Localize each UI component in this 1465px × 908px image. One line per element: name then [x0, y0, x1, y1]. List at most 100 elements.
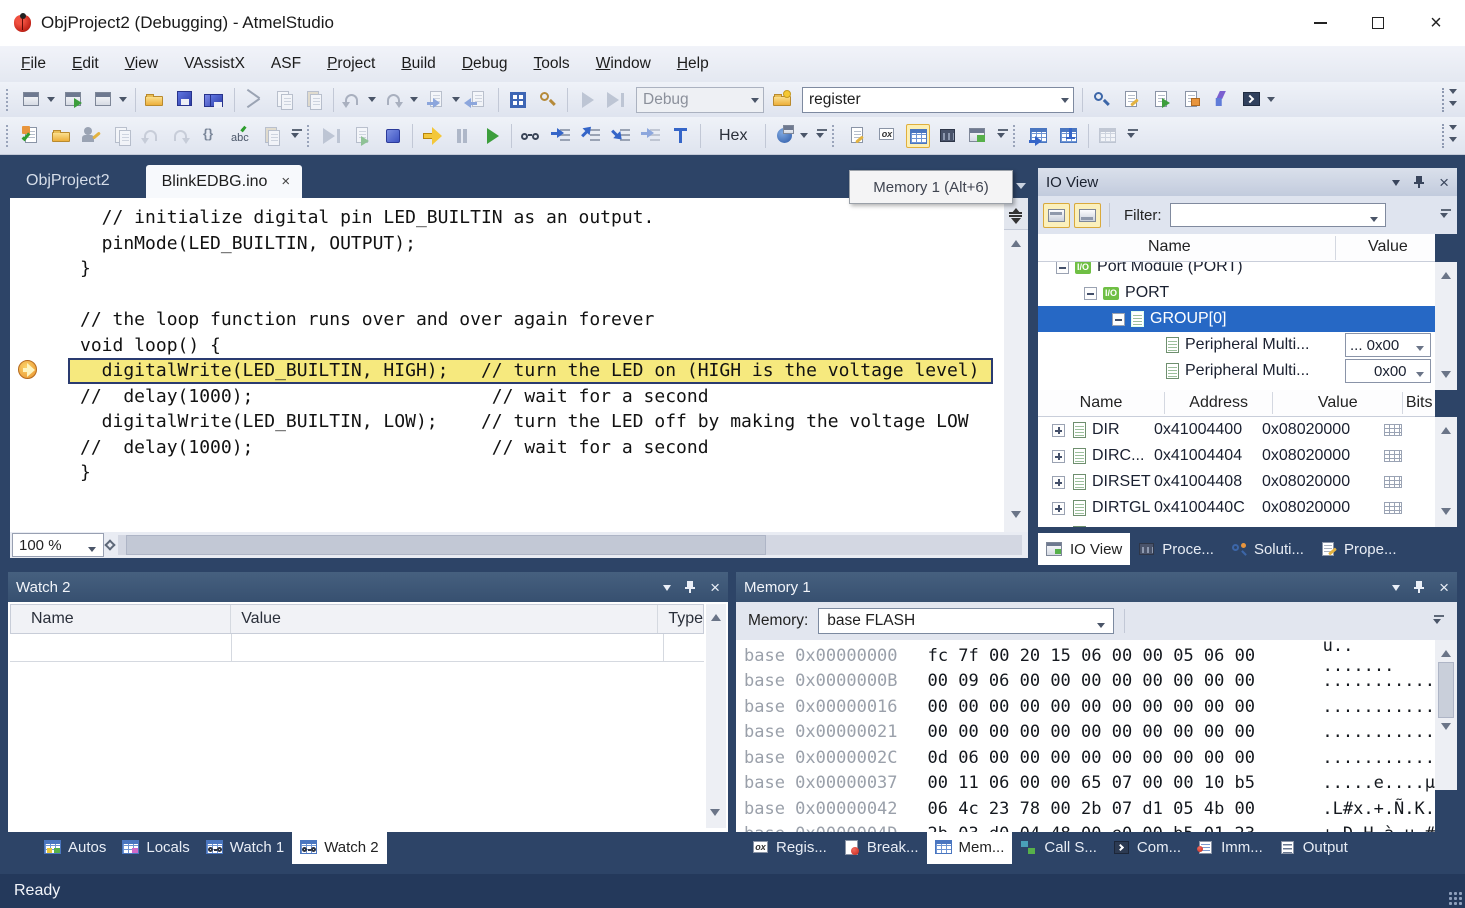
vscroll-thumb[interactable] [1438, 662, 1454, 718]
scroll-down-icon[interactable] [1441, 371, 1451, 383]
expand-icon[interactable] [1052, 502, 1065, 515]
code-line[interactable]: // delay(1000); // wait for a second [68, 435, 993, 461]
step-over-icon[interactable] [549, 124, 573, 148]
memory-row[interactable]: base 0x0000003700 11 06 00 00 65 07 00 0… [736, 771, 1435, 797]
code-line[interactable]: // initialize digital pin LED_BUILTIN as… [68, 205, 993, 231]
save-all-icon[interactable] [203, 88, 227, 112]
code-line[interactable]: digitalWrite(LED_BUILTIN, LOW); // turn … [68, 409, 993, 435]
code-line[interactable]: } [68, 460, 993, 486]
run-to-cursor-icon[interactable] [321, 124, 345, 148]
step-out-icon[interactable] [579, 124, 603, 148]
io-view-window-icon[interactable] [966, 124, 990, 148]
tab-objproject2[interactable]: ObjProject2 [8, 163, 128, 198]
toolbar-overflow-3[interactable] [816, 129, 824, 142]
memory-row[interactable]: base 0x0000000B00 09 06 00 00 00 00 00 0… [736, 669, 1435, 695]
menu-vassistx[interactable]: VAssistX [171, 51, 258, 77]
quick-watch-icon[interactable] [519, 124, 543, 148]
show-next-statement-icon[interactable] [420, 124, 444, 148]
memory-row[interactable]: base 0x0000002C0d 06 00 00 00 00 00 00 0… [736, 745, 1435, 771]
copy-disabled-icon[interactable] [110, 124, 134, 148]
memory-toolbar-overflow[interactable] [1433, 615, 1441, 628]
task-check-icon[interactable] [20, 124, 44, 148]
io-toolbar-overflow[interactable] [1440, 209, 1448, 222]
register-row-dirclr[interactable]: DIRC... 0x41004404 0x08020000 [1038, 443, 1435, 469]
object-browser-icon[interactable] [506, 88, 530, 112]
undo-outline-icon[interactable] [140, 124, 164, 148]
cut-icon[interactable] [242, 88, 266, 112]
user-tools-icon[interactable] [80, 124, 104, 148]
continue-icon[interactable] [480, 124, 504, 148]
tab-call-stack[interactable]: Call S... [1012, 832, 1105, 864]
memory-region-combo[interactable]: base FLASH [818, 608, 1114, 634]
editor-vertical-scrollbar[interactable] [1004, 198, 1028, 532]
window-position-icon[interactable] [1392, 585, 1400, 595]
memory-window-icon[interactable] [906, 124, 930, 148]
menu-debug[interactable]: Debug [449, 51, 521, 77]
minimize-button[interactable] [1291, 0, 1349, 46]
window-position-icon[interactable] [1392, 180, 1400, 190]
registers-window-icon[interactable]: ox [876, 124, 900, 148]
watch-scrollbar[interactable] [706, 604, 726, 828]
toolbar-overflow-4[interactable] [997, 129, 1005, 142]
io-tree-scrollbar[interactable] [1435, 262, 1457, 390]
tree-row-pmux-odd[interactable]: Peripheral Multi... 0x00 [1038, 358, 1435, 384]
tab-watch2[interactable]: Watch 2 [292, 832, 386, 864]
menu-tools[interactable]: Tools [521, 51, 583, 77]
scroll-up-icon[interactable] [1441, 267, 1451, 279]
toolbar-grip-5[interactable] [1013, 125, 1019, 147]
tree-row-pmux-even[interactable]: Peripheral Multi... ... 0x00 [1038, 332, 1435, 358]
editor-zoom-select[interactable]: 100 % [12, 533, 104, 557]
collapse-icon[interactable] [1056, 262, 1069, 274]
column-options-dropdown-icon[interactable] [119, 97, 127, 106]
register-row-dirtgl[interactable]: DIRTGL 0x4100440C 0x08020000 [1038, 495, 1435, 521]
close-panel-icon[interactable]: × [710, 579, 720, 596]
tab-breakpoints[interactable]: Break... [835, 832, 927, 864]
bits-grid-icon[interactable] [1384, 424, 1402, 436]
code-braces-icon[interactable]: {} [200, 124, 224, 148]
toolbar-overflow-2[interactable] [291, 129, 299, 142]
add-watch-icon[interactable] [1027, 124, 1051, 148]
command-window-dropdown-icon[interactable] [1267, 97, 1275, 106]
paste-icon[interactable] [302, 88, 326, 112]
tab-memory[interactable]: Mem... [927, 832, 1013, 864]
edit-macro-icon[interactable] [1120, 88, 1144, 112]
register-row-dirset[interactable]: DIRSET 0x41004408 0x08020000 [1038, 469, 1435, 495]
tab-close-icon[interactable]: × [281, 173, 290, 190]
resize-grip[interactable] [1448, 891, 1462, 905]
editor-horizontal-scrollbar[interactable] [104, 532, 1028, 558]
memory-row[interactable]: base 0x0000001600 00 00 00 00 00 00 00 0… [736, 694, 1435, 720]
toolbar-grip-3[interactable] [307, 125, 313, 147]
expand-icon[interactable] [1052, 476, 1065, 489]
scroll-up-icon[interactable] [1441, 422, 1451, 434]
close-button[interactable]: × [1407, 0, 1465, 46]
menu-help[interactable]: Help [664, 51, 722, 77]
memory-monitor-icon[interactable] [773, 124, 797, 148]
code-line[interactable]: pinMode(LED_BUILTIN, OUTPUT); [68, 231, 993, 257]
run-without-debugging-icon[interactable] [605, 88, 629, 112]
pin-icon[interactable] [1414, 580, 1425, 594]
scroll-down-icon[interactable] [1011, 511, 1021, 523]
tab-locals[interactable]: Locals [114, 832, 197, 864]
memory-monitor-dropdown-icon[interactable] [800, 133, 808, 142]
undo-dropdown-icon[interactable] [368, 97, 376, 106]
pmux-value-combo[interactable]: ... 0x00 [1345, 333, 1431, 357]
bits-grid-icon[interactable] [1384, 476, 1402, 488]
tab-solution-explorer[interactable]: Soluti... [1222, 533, 1312, 565]
stop-debug-icon[interactable] [381, 124, 405, 148]
scroll-right-icon[interactable] [104, 539, 115, 550]
command-window-icon[interactable] [1240, 88, 1264, 112]
close-panel-icon[interactable]: × [1439, 579, 1449, 596]
solution-config-combo[interactable]: Debug [636, 87, 764, 113]
redo-icon[interactable] [383, 88, 407, 112]
current-statement-line[interactable]: digitalWrite(LED_BUILTIN, HIGH); // turn… [68, 358, 993, 384]
redo-dropdown-icon[interactable] [410, 97, 418, 106]
window-position-icon[interactable] [663, 585, 671, 595]
watch-empty-row[interactable] [10, 634, 704, 662]
filter-combo[interactable] [1170, 203, 1386, 227]
scroll-up-icon[interactable] [1011, 235, 1021, 247]
find-icon[interactable] [536, 88, 560, 112]
restart-icon[interactable] [351, 124, 375, 148]
pmux-value-combo[interactable]: 0x00 [1345, 359, 1431, 383]
menu-edit[interactable]: Edit [59, 51, 112, 77]
bits-grid-icon[interactable] [1384, 502, 1402, 514]
